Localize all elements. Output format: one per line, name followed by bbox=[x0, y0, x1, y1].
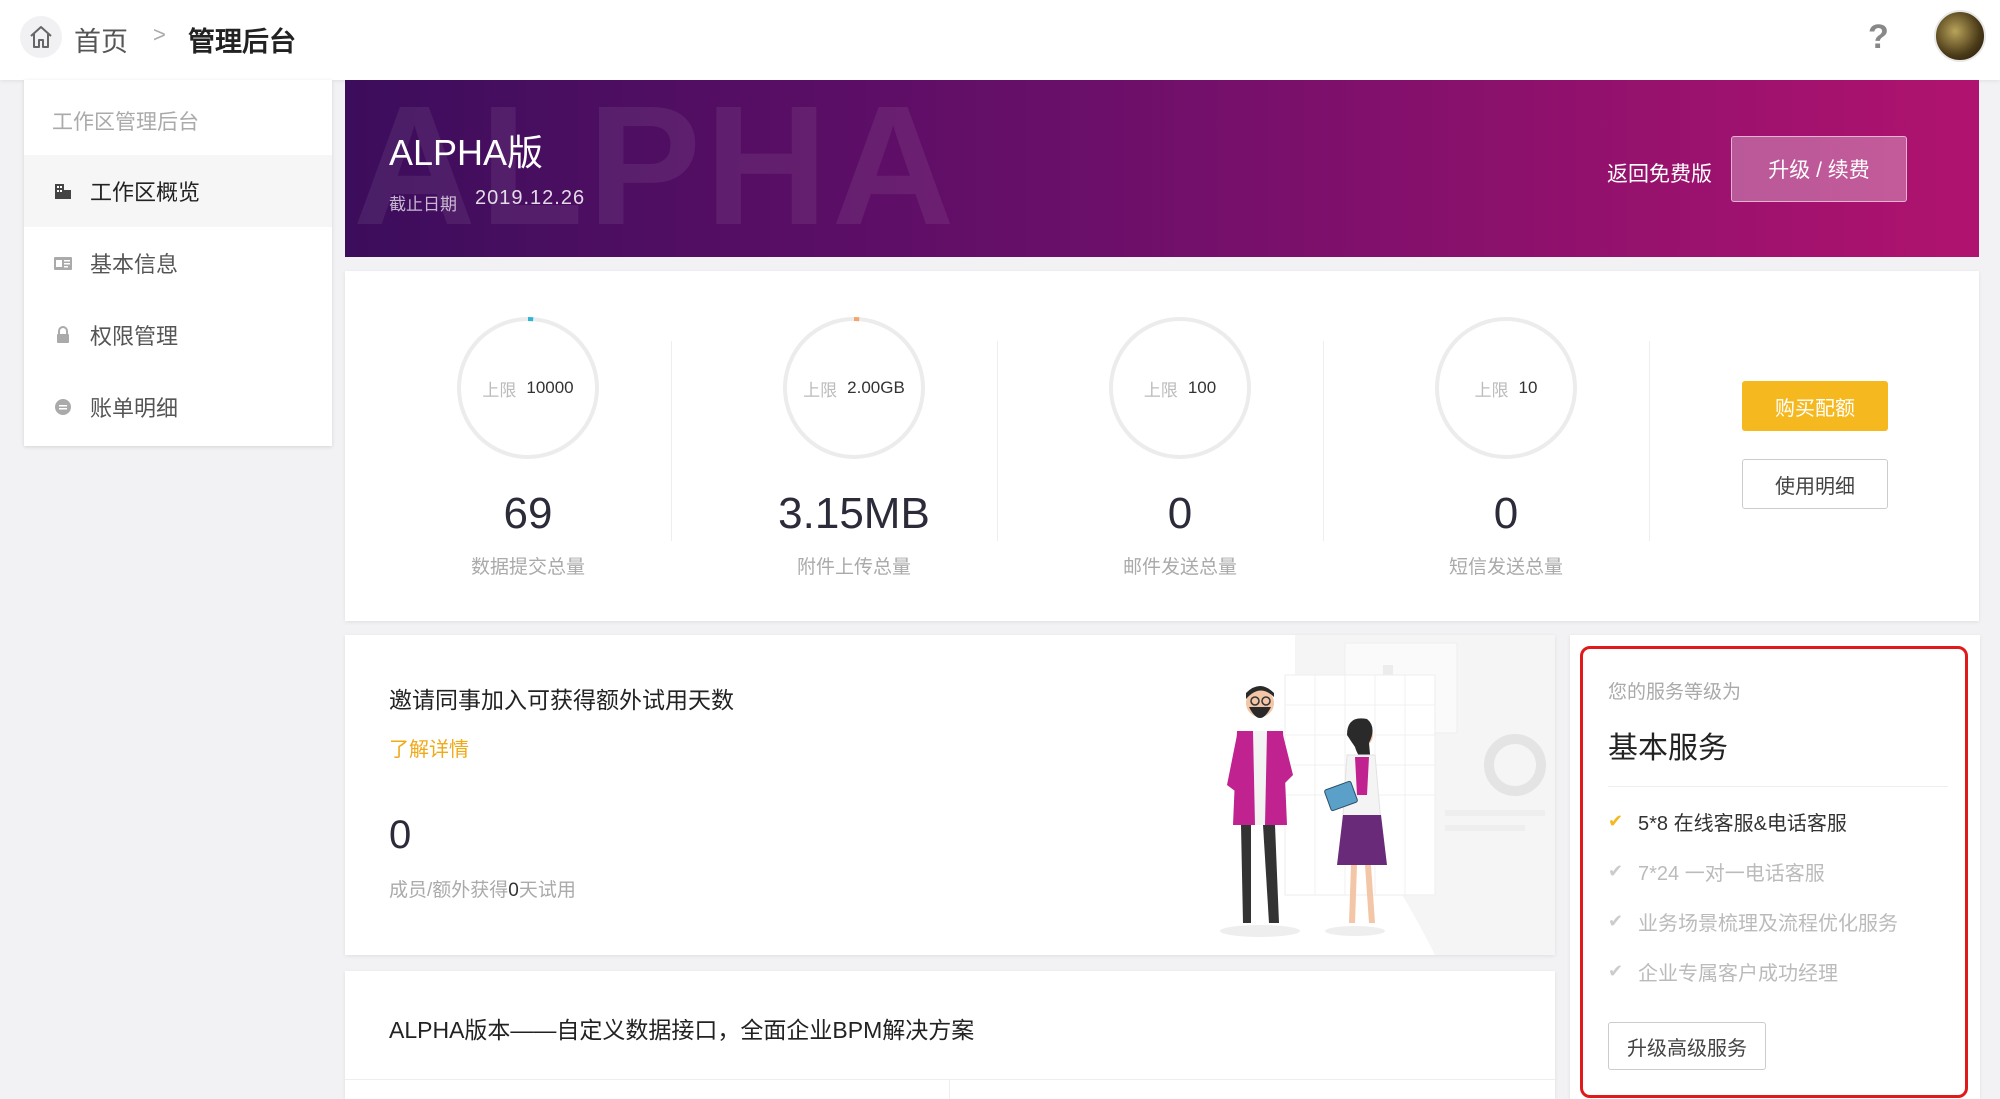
check-icon: ✔ bbox=[1608, 961, 1624, 981]
learn-more-link[interactable]: 了解详情 bbox=[389, 733, 469, 762]
invite-count: 0 bbox=[389, 813, 412, 857]
limit-label: 上限 bbox=[1474, 380, 1509, 400]
divider bbox=[671, 341, 672, 541]
help-icon[interactable]: ? bbox=[1868, 18, 1889, 57]
check-icon: ✔ bbox=[1608, 811, 1624, 831]
divider bbox=[949, 1079, 950, 1099]
feature-label: 5*8 在线客服&电话客服 bbox=[1638, 813, 1847, 835]
limit-value: 100 bbox=[1187, 378, 1217, 397]
check-icon: ✔ bbox=[1608, 861, 1624, 881]
sidebar-item-label: 工作区概览 bbox=[90, 180, 201, 205]
limit-value: 10 bbox=[1518, 378, 1538, 397]
sidebar-title: 工作区管理后台 bbox=[52, 111, 199, 134]
stat-value: 0 bbox=[1493, 489, 1519, 538]
avatar[interactable] bbox=[1934, 10, 1986, 62]
limit-label: 上限 bbox=[482, 380, 517, 400]
usage-detail-button[interactable]: 使用明细 bbox=[1742, 459, 1888, 509]
stat-value: 69 bbox=[503, 489, 553, 538]
expiry-date: 2019.12.26 bbox=[475, 187, 586, 209]
buy-quota-button[interactable]: 购买配额 bbox=[1742, 381, 1888, 431]
sidebar-item-label: 账单明细 bbox=[90, 396, 179, 421]
invite-note-prefix: 成员/额外获得 bbox=[389, 880, 509, 901]
invite-note-suffix: 天试用 bbox=[518, 880, 576, 901]
alpha-feature-card: ALPHA版本——自定义数据接口，全面企业BPM解决方案 bbox=[345, 971, 1555, 1099]
sidebar-item-label: 基本信息 bbox=[90, 252, 179, 277]
upgrade-service-button[interactable]: 升级高级服务 bbox=[1608, 1022, 1766, 1070]
service-feature: ✔ 业务场景梳理及流程优化服务 bbox=[1608, 907, 1898, 936]
id-card-icon bbox=[52, 252, 74, 274]
return-free-link[interactable]: 返回免费版 bbox=[1607, 158, 1712, 188]
invite-note: 成员/额外获得0天试用 bbox=[389, 875, 576, 902]
invite-card: 邀请同事加入可获得额外试用天数 了解详情 0 成员/额外获得0天试用 bbox=[345, 635, 1555, 955]
limit-label: 上限 bbox=[1143, 380, 1178, 400]
stat-label: 邮件发送总量 bbox=[1122, 557, 1237, 578]
divider bbox=[1608, 786, 1948, 787]
service-caption: 您的服务等级为 bbox=[1608, 682, 1742, 703]
service-feature: ✔ 5*8 在线客服&电话客服 bbox=[1608, 807, 1847, 836]
limit-label: 上限 bbox=[803, 380, 838, 400]
breadcrumb-home[interactable]: 首页 bbox=[74, 20, 128, 59]
stat-sms: 上限 10 0 短信发送总量 bbox=[1343, 271, 1669, 621]
sidebar-item-basic-info[interactable]: 基本信息 bbox=[24, 227, 332, 299]
usage-stats-panel: 上限 10000 69 数据提交总量 上限 2.00GB 3.15MB 附件上传总量… bbox=[345, 271, 1979, 621]
stat-emails: 上限 100 0 邮件发送总量 bbox=[1017, 271, 1343, 621]
plan-title: ALPHA版 bbox=[389, 132, 544, 173]
divider bbox=[997, 341, 998, 541]
feature-label: 业务场景梳理及流程优化服务 bbox=[1638, 913, 1898, 935]
top-bar: 首页 > 管理后台 ? bbox=[0, 0, 2000, 80]
plan-banner: ALPHA ALPHA版 截止日期 2019.12.26 返回免费版 升级 / … bbox=[345, 80, 1979, 257]
divider bbox=[1649, 341, 1650, 541]
expiry-label: 截止日期 bbox=[389, 195, 457, 214]
sidebar-item-billing[interactable]: 账单明细 bbox=[24, 371, 332, 443]
invite-title: 邀请同事加入可获得额外试用天数 bbox=[389, 687, 734, 713]
upgrade-renew-button[interactable]: 升级 / 续费 bbox=[1731, 136, 1907, 202]
divider bbox=[1323, 341, 1324, 541]
stat-value: 0 bbox=[1167, 489, 1193, 538]
team-illustration bbox=[1220, 635, 1555, 955]
feature-label: 7*24 一对一电话客服 bbox=[1638, 863, 1825, 885]
service-feature: ✔ 7*24 一对一电话客服 bbox=[1608, 857, 1825, 886]
service-feature: ✔ 企业专属客户成功经理 bbox=[1608, 957, 1838, 986]
service-level: 基本服务 bbox=[1608, 732, 1728, 765]
lock-icon bbox=[52, 324, 74, 346]
divider bbox=[345, 1079, 1555, 1080]
sidebar-item-label: 权限管理 bbox=[90, 324, 179, 349]
breadcrumb-current: 管理后台 bbox=[188, 27, 296, 57]
limit-value: 2.00GB bbox=[847, 378, 905, 397]
stat-data-submissions: 上限 10000 69 数据提交总量 bbox=[365, 271, 691, 621]
home-icon[interactable] bbox=[20, 16, 62, 58]
coin-icon bbox=[52, 396, 74, 418]
sidebar-item-overview[interactable]: 工作区概览 bbox=[24, 155, 332, 227]
stat-label: 短信发送总量 bbox=[1448, 557, 1563, 578]
invite-note-days: 0 bbox=[508, 880, 519, 901]
feature-label: 企业专属客户成功经理 bbox=[1638, 963, 1838, 985]
stat-attachments: 上限 2.00GB 3.15MB 附件上传总量 bbox=[691, 271, 1017, 621]
service-level-card: 您的服务等级为 基本服务 ✔ 5*8 在线客服&电话客服 ✔ 7*24 一对一电… bbox=[1570, 635, 1980, 1099]
card-title: ALPHA版本——自定义数据接口，全面企业BPM解决方案 bbox=[389, 1017, 975, 1043]
sidebar: 工作区管理后台 工作区概览 基本信息 权限管理 账单明细 bbox=[24, 80, 332, 446]
stat-value: 3.15MB bbox=[778, 489, 930, 538]
stat-label: 数据提交总量 bbox=[470, 557, 585, 578]
stat-label: 附件上传总量 bbox=[796, 557, 911, 578]
limit-value: 10000 bbox=[526, 378, 574, 397]
check-icon: ✔ bbox=[1608, 911, 1624, 931]
chevron-right-icon: > bbox=[153, 22, 166, 47]
building-icon bbox=[52, 180, 74, 202]
sidebar-item-permissions[interactable]: 权限管理 bbox=[24, 299, 332, 371]
